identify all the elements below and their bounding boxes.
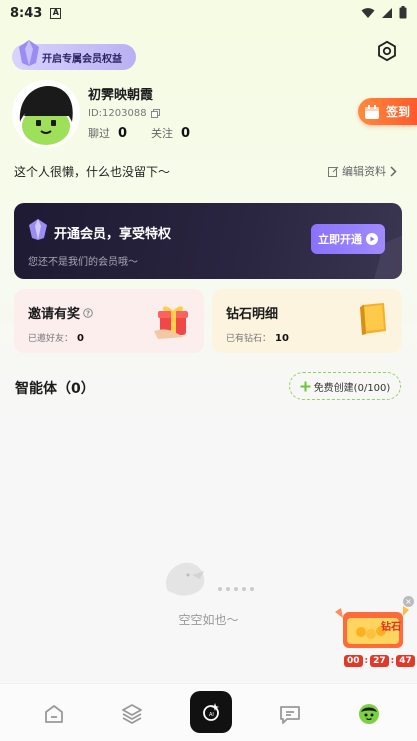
- edit-profile-label: 编辑资料: [342, 165, 386, 178]
- invite-card[interactable]: 邀请有奖 ? 已邀好友： 0: [14, 289, 204, 353]
- message-icon[interactable]: [278, 702, 302, 726]
- status-bar: 8:43 A: [0, 0, 417, 26]
- bottom-navigation: AI: [0, 683, 417, 741]
- crystal-icon: [19, 40, 39, 66]
- user-bio: 这个人很懒，什么也没留下～: [14, 165, 171, 179]
- invite-title-row: 邀请有奖 ?: [28, 303, 93, 322]
- avatar-image: [14, 82, 78, 146]
- chatted-label: 聊过: [88, 127, 110, 140]
- notification-icon: A: [50, 7, 62, 19]
- play-circle-icon: [366, 233, 378, 245]
- membership-subtitle: 您还不是我们的会员哦～: [28, 257, 138, 268]
- vip-benefits-badge[interactable]: 开启专属会员权益: [12, 40, 136, 70]
- agents-title-text: 智能体（0）: [15, 381, 95, 397]
- help-icon[interactable]: ?: [83, 307, 93, 318]
- diamond-sub-label: 已有钻石：: [226, 334, 272, 344]
- following-count[interactable]: 0: [181, 126, 190, 141]
- agents-section-title: 智能体（0）: [15, 378, 95, 400]
- battery-icon: [399, 6, 407, 19]
- calendar-icon: [365, 104, 379, 119]
- chatted-count[interactable]: 0: [118, 126, 127, 141]
- empty-state-icon: [165, 562, 254, 596]
- promo-timer: 00: 27: 47: [344, 655, 415, 667]
- avatar[interactable]: [14, 82, 78, 146]
- ai-create-button[interactable]: AI: [190, 691, 232, 733]
- username: 初霁映朝霞: [88, 88, 154, 103]
- edit-icon: [328, 166, 339, 177]
- create-agent-button[interactable]: 免费创建(0/100): [289, 372, 401, 400]
- open-membership-button[interactable]: 立即开通: [311, 224, 385, 254]
- svg-text:?: ?: [86, 309, 90, 317]
- status-time: 8:43: [10, 5, 43, 21]
- diamond-book-icon: [360, 303, 386, 335]
- diamond-title-row: 钻石明细: [226, 303, 278, 322]
- settings-icon[interactable]: [376, 40, 398, 62]
- user-stats: 聊过 0 关注 0: [88, 125, 214, 141]
- membership-card[interactable]: 开通会员，享受特权 您还不是我们的会员哦～ 立即开通: [14, 203, 402, 279]
- plus-icon: [300, 381, 311, 391]
- invite-sub-label: 已邀好友：: [28, 334, 74, 344]
- ai-icon: AI: [203, 703, 219, 721]
- svg-text:AI: AI: [209, 712, 214, 718]
- profile-face-icon[interactable]: [357, 702, 381, 726]
- diamond-card[interactable]: 钻石明细 已有钻石： 10: [212, 289, 402, 353]
- following-label: 关注: [151, 127, 174, 140]
- chevron-right-icon: [390, 165, 397, 177]
- checkin-button[interactable]: 签到: [358, 98, 417, 125]
- vip-badge-label: 开启专属会员权益: [42, 53, 122, 65]
- promo-label: 钻石: [381, 620, 401, 633]
- close-promo-icon[interactable]: ×: [403, 596, 414, 607]
- gift-icon: [154, 306, 188, 339]
- user-id-row[interactable]: ID:1203088: [88, 108, 160, 119]
- open-membership-label: 立即开通: [318, 233, 362, 246]
- copy-icon[interactable]: [150, 109, 160, 118]
- create-agent-label: 免费创建(0/100): [313, 382, 391, 394]
- diamond-sub: 已有钻石： 10: [226, 331, 289, 344]
- membership-title: 开通会员，享受特权: [54, 227, 172, 242]
- crystal-icon: [29, 219, 47, 240]
- home-icon[interactable]: [42, 702, 66, 726]
- diamond-title: 钻石明细: [226, 307, 279, 322]
- wifi-icon: [361, 7, 375, 18]
- invite-sub: 已邀好友： 0: [28, 331, 84, 344]
- user-id: ID:1203088: [88, 108, 147, 119]
- timer-minutes: 27: [370, 655, 389, 667]
- checkin-label: 签到: [386, 105, 411, 119]
- invite-title: 邀请有奖: [28, 307, 81, 322]
- status-icons: [361, 6, 407, 19]
- layers-icon[interactable]: [120, 702, 144, 726]
- edit-profile-link[interactable]: 编辑资料: [328, 163, 397, 179]
- diamond-count: 10: [275, 333, 289, 344]
- timer-hours: 00: [344, 655, 363, 667]
- signal-icon: [382, 7, 392, 18]
- invite-count: 0: [77, 333, 84, 344]
- timer-seconds: 47: [396, 655, 415, 667]
